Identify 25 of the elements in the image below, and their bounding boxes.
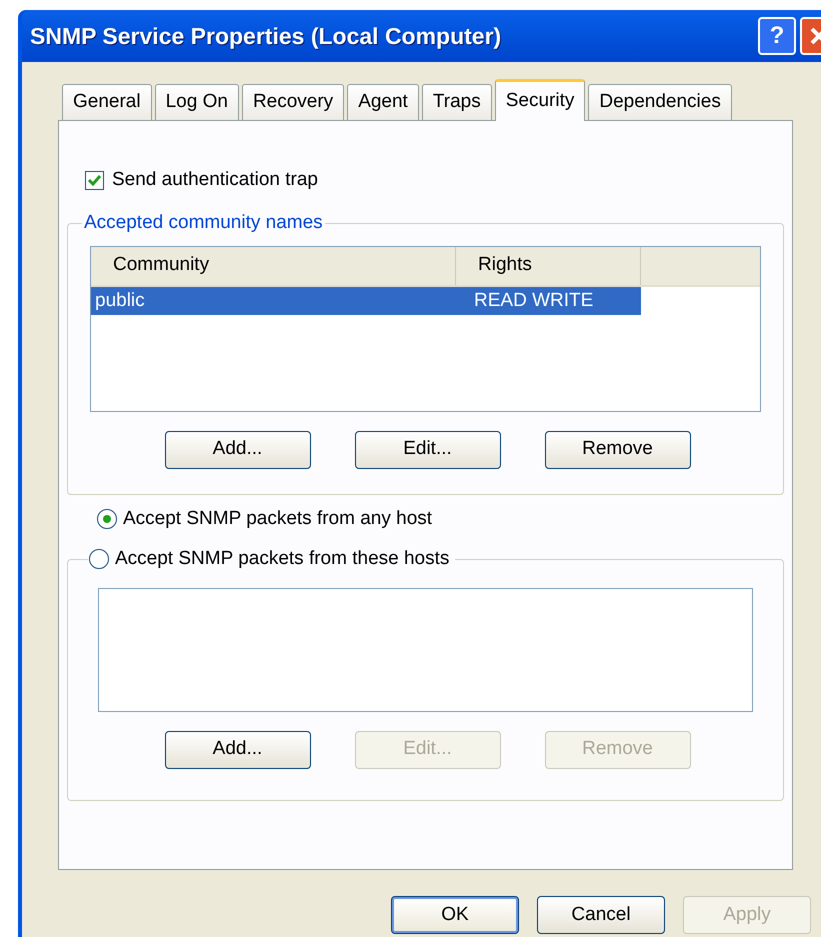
- column-header[interactable]: Rights: [456, 246, 641, 284]
- list-cell-text: READ WRITE: [473, 288, 594, 312]
- list-cell-text: public: [94, 288, 146, 312]
- dialog-button[interactable]: OK: [391, 896, 519, 934]
- tab[interactable]: Log On: [154, 84, 239, 120]
- dialog-button[interactable]: Cancel: [537, 896, 665, 934]
- window-title: SNMP Service Properties (Local Computer): [30, 22, 502, 51]
- radio-button[interactable]: [97, 508, 117, 528]
- tab[interactable]: Agent: [347, 84, 419, 120]
- tab[interactable]: Recovery: [242, 84, 344, 120]
- list-row[interactable]: public READ WRITE: [91, 286, 641, 314]
- checkbox-label: Send authentication trap: [112, 168, 318, 192]
- radio-button[interactable]: [89, 548, 109, 568]
- tab[interactable]: Traps: [422, 84, 492, 120]
- dialog-button[interactable]: Edit...: [354, 430, 500, 468]
- column-header[interactable]: Community: [91, 246, 456, 284]
- dialog-button[interactable]: Add...: [164, 730, 310, 768]
- tab[interactable]: Security: [494, 79, 586, 121]
- tab[interactable]: Dependencies: [588, 84, 732, 120]
- dialog-button[interactable]: Add...: [164, 430, 310, 468]
- tab[interactable]: General: [62, 84, 152, 120]
- dialog-button[interactable]: Remove: [544, 430, 690, 468]
- help-button[interactable]: ?: [758, 17, 796, 55]
- checkbox[interactable]: [85, 170, 104, 190]
- check-icon: [88, 174, 101, 186]
